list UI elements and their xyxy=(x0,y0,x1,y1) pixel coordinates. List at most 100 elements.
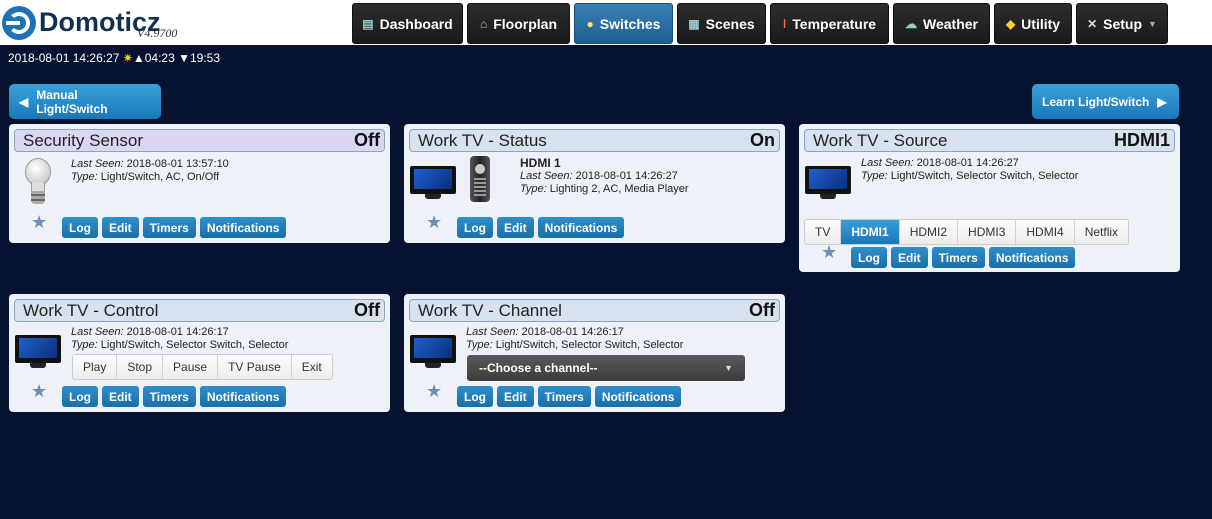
device-card-security-sensor: Security Sensor Off Last Seen: 2018-08-0… xyxy=(9,124,390,243)
notifications-button[interactable]: Notifications xyxy=(537,217,625,238)
card-header: Work TV - Source HDMI1 xyxy=(804,129,1175,152)
source-selector: TV HDMI1 HDMI2 HDMI3 HDMI4 Netflix xyxy=(804,219,1130,245)
notifications-button[interactable]: Notifications xyxy=(199,386,287,407)
log-button[interactable]: Log xyxy=(62,217,98,238)
device-state: Off xyxy=(749,300,775,320)
tv-icon[interactable] xyxy=(805,166,851,200)
device-state: On xyxy=(750,130,775,150)
domoticz-logo-icon xyxy=(2,6,36,40)
device-state: Off xyxy=(354,130,380,150)
tab-switches[interactable]: ● Switches xyxy=(574,3,673,44)
edit-button[interactable]: Edit xyxy=(102,386,139,407)
card-buttons: Log Edit Timers Notifications xyxy=(62,217,287,238)
sunrise-icon: ▲ xyxy=(132,51,145,65)
favorite-star-icon[interactable]: ★ xyxy=(31,212,47,233)
card-header: Work TV - Status On xyxy=(409,129,780,152)
selector-option-tv[interactable]: TV xyxy=(805,220,842,244)
selector-option-play[interactable]: Play xyxy=(73,355,118,379)
channel-select[interactable]: --Choose a channel-- ▼ xyxy=(467,355,745,381)
light-bulb-icon[interactable] xyxy=(22,158,54,206)
control-selector: Play Stop Pause TV Pause Exit xyxy=(72,354,333,380)
tv-icon[interactable] xyxy=(410,166,456,200)
type-value: Light/Switch, Selector Switch, Selector xyxy=(100,339,289,351)
selector-option-hdmi2[interactable]: HDMI2 xyxy=(899,220,959,244)
tab-utility[interactable]: ◆ Utility xyxy=(994,3,1072,44)
edit-button[interactable]: Edit xyxy=(102,217,139,238)
sun-icon: ✷ xyxy=(122,51,133,65)
notifications-button[interactable]: Notifications xyxy=(594,386,682,407)
card-header: Work TV - Control Off xyxy=(14,299,385,322)
last-seen-value: 2018-08-01 14:26:17 xyxy=(126,326,229,338)
learn-light-switch-button[interactable]: Learn Light/Switch ▶ xyxy=(1032,84,1179,119)
selector-option-exit[interactable]: Exit xyxy=(291,355,332,379)
selector-option-hdmi4[interactable]: HDMI4 xyxy=(1016,220,1075,244)
card-buttons: Log Edit Notifications xyxy=(457,217,625,238)
tab-setup[interactable]: ✕ Setup ▼ xyxy=(1076,3,1168,44)
favorite-star-icon[interactable]: ★ xyxy=(426,381,442,402)
device-info: Last Seen: 2018-08-01 14:26:17 Type: Lig… xyxy=(466,326,684,351)
arrow-left-icon: ◀ xyxy=(19,94,29,109)
log-button[interactable]: Log xyxy=(851,247,887,268)
tv-icon[interactable] xyxy=(410,335,456,369)
selector-option-tv-pause[interactable]: TV Pause xyxy=(218,355,292,379)
tab-weather[interactable]: ☁ Weather xyxy=(893,3,990,44)
device-name: Work TV - Channel xyxy=(418,301,562,320)
type-value: Light/Switch, Selector Switch, Selector xyxy=(495,339,684,351)
edit-button[interactable]: Edit xyxy=(891,247,928,268)
log-button[interactable]: Log xyxy=(457,386,493,407)
sunrise-time: 04:23 xyxy=(144,51,175,65)
selector-option-hdmi3[interactable]: HDMI3 xyxy=(958,220,1017,244)
device-name: Work TV - Source xyxy=(813,131,948,150)
timers-button[interactable]: Timers xyxy=(142,217,196,238)
channel-select-value: --Choose a channel-- xyxy=(479,361,598,375)
timers-button[interactable]: Timers xyxy=(142,386,196,407)
bulb-icon: ● xyxy=(586,16,594,31)
device-info: HDMI 1 Last Seen: 2018-08-01 14:26:27 Ty… xyxy=(520,156,689,196)
tab-dashboard[interactable]: ▤ Dashboard xyxy=(352,3,463,44)
last-seen-value: 2018-08-01 13:57:10 xyxy=(126,158,229,170)
thermometer-icon: ǀ xyxy=(782,16,787,31)
timers-button[interactable]: Timers xyxy=(931,247,985,268)
device-card-work-tv-source: Work TV - Source HDMI1 Last Seen: 2018-0… xyxy=(799,124,1180,272)
favorite-star-icon[interactable]: ★ xyxy=(31,381,47,402)
tab-floorplan[interactable]: ⌂ Floorplan xyxy=(467,3,570,44)
status-line: 2018-08-01 14:26:27 ✷▲04:23 ▼19:53 xyxy=(8,51,220,65)
timers-button[interactable]: Timers xyxy=(537,386,591,407)
device-name: Security Sensor xyxy=(23,131,143,150)
last-seen-value: 2018-08-01 14:26:27 xyxy=(575,170,678,182)
device-name: Work TV - Control xyxy=(23,301,159,320)
edit-button[interactable]: Edit xyxy=(497,217,534,238)
device-info: Last Seen: 2018-08-01 14:26:27 Type: Lig… xyxy=(861,157,1079,182)
favorite-star-icon[interactable]: ★ xyxy=(821,242,837,263)
favorite-star-icon[interactable]: ★ xyxy=(426,212,442,233)
selector-option-hdmi1[interactable]: HDMI1 xyxy=(841,220,900,244)
device-info: Last Seen: 2018-08-01 13:57:10 Type: Lig… xyxy=(71,158,229,183)
device-value: HDMI 1 xyxy=(520,156,561,170)
card-header: Work TV - Channel Off xyxy=(409,299,780,322)
current-datetime: 2018-08-01 14:26:27 xyxy=(8,51,120,65)
log-button[interactable]: Log xyxy=(62,386,98,407)
edit-button[interactable]: Edit xyxy=(497,386,534,407)
type-value: Lighting 2, AC, Media Player xyxy=(549,183,689,195)
notifications-button[interactable]: Notifications xyxy=(988,247,1076,268)
tab-temperature[interactable]: ǀ Temperature xyxy=(770,3,889,44)
selector-option-stop[interactable]: Stop xyxy=(117,355,164,379)
device-card-work-tv-channel: Work TV - Channel Off Last Seen: 2018-08… xyxy=(404,294,785,412)
manual-light-switch-button[interactable]: ◀ Manual Light/Switch xyxy=(9,84,161,119)
tv-icon[interactable] xyxy=(15,335,61,369)
notifications-button[interactable]: Notifications xyxy=(199,217,287,238)
dashboard-icon: ▤ xyxy=(362,16,374,31)
log-button[interactable]: Log xyxy=(457,217,493,238)
card-header: Security Sensor Off xyxy=(14,129,385,152)
cloud-icon: ☁ xyxy=(905,16,917,31)
last-seen-value: 2018-08-01 14:26:17 xyxy=(521,326,624,338)
type-value: Light/Switch, Selector Switch, Selector xyxy=(890,170,1079,182)
utility-icon: ◆ xyxy=(1005,16,1016,31)
selector-option-netflix[interactable]: Netflix xyxy=(1074,220,1129,244)
tab-scenes[interactable]: ▦ Scenes xyxy=(677,3,766,44)
selector-option-pause[interactable]: Pause xyxy=(163,355,219,379)
chevron-down-icon: ▼ xyxy=(724,363,733,373)
domoticz-logo[interactable]: Domoticz V4.9700 xyxy=(0,3,200,43)
card-buttons: Log Edit Timers Notifications xyxy=(851,247,1076,268)
remote-control-icon[interactable] xyxy=(467,156,493,202)
